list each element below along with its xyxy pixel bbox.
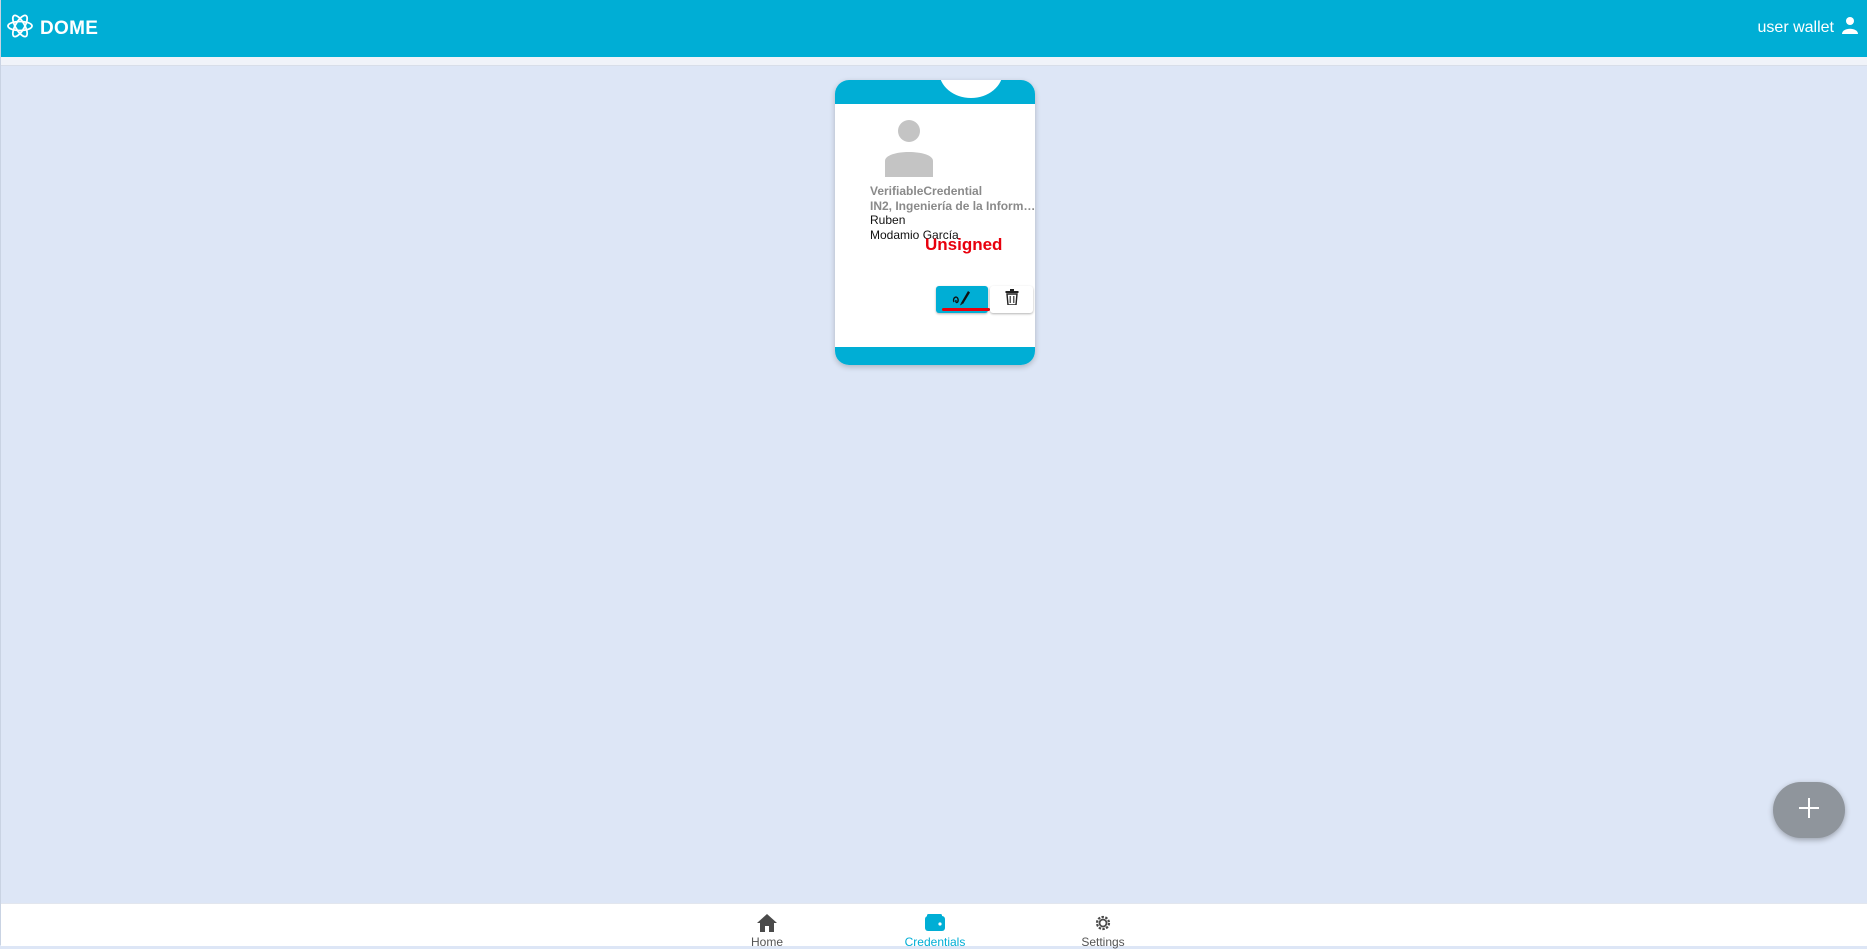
credential-type: VerifiableCredential xyxy=(870,184,983,198)
wallet-icon xyxy=(925,914,945,935)
nav-home-label: Home xyxy=(750,935,783,949)
delete-credential-button[interactable] xyxy=(990,286,1033,313)
user-icon xyxy=(1842,16,1858,39)
brand-name: DOME xyxy=(40,17,99,39)
plus-icon xyxy=(1797,796,1821,825)
user-label: user wallet xyxy=(1757,18,1834,36)
add-credential-button[interactable] xyxy=(1773,782,1845,838)
trash-icon xyxy=(1005,289,1019,310)
card-bottom-band xyxy=(835,347,1035,365)
nav-item-credentials[interactable]: Credentials xyxy=(890,914,980,949)
nav-credentials-label: Credentials xyxy=(904,935,966,949)
card-top-band xyxy=(835,80,1035,104)
nav-settings-label: Settings xyxy=(1081,935,1125,949)
sign-button-underline xyxy=(942,308,990,311)
home-icon xyxy=(757,914,777,935)
credential-first-name: Ruben xyxy=(870,213,906,227)
credential-issuer: IN2, Ingeniería de la Informa... xyxy=(870,198,1035,213)
header-divider xyxy=(1,57,1867,66)
user-menu[interactable]: user wallet xyxy=(1758,16,1858,39)
avatar-placeholder-icon xyxy=(883,115,935,177)
gear-icon xyxy=(1094,915,1112,935)
dome-logo-icon xyxy=(6,12,34,45)
nav-item-home[interactable]: Home xyxy=(722,914,812,949)
brand[interactable]: DOME xyxy=(6,12,98,45)
bottom-navigation: Home Credentials Settings xyxy=(1,903,1867,949)
app-header: DOME user wallet xyxy=(1,0,1867,57)
credential-card[interactable]: VerifiableCredential IN2, Ingeniería de … xyxy=(835,80,1035,365)
nav-item-settings[interactable]: Settings xyxy=(1058,914,1148,949)
credential-status-label: Unsigned xyxy=(925,235,1003,254)
credential-details: VerifiableCredential IN2, Ingeniería de … xyxy=(870,184,1035,242)
